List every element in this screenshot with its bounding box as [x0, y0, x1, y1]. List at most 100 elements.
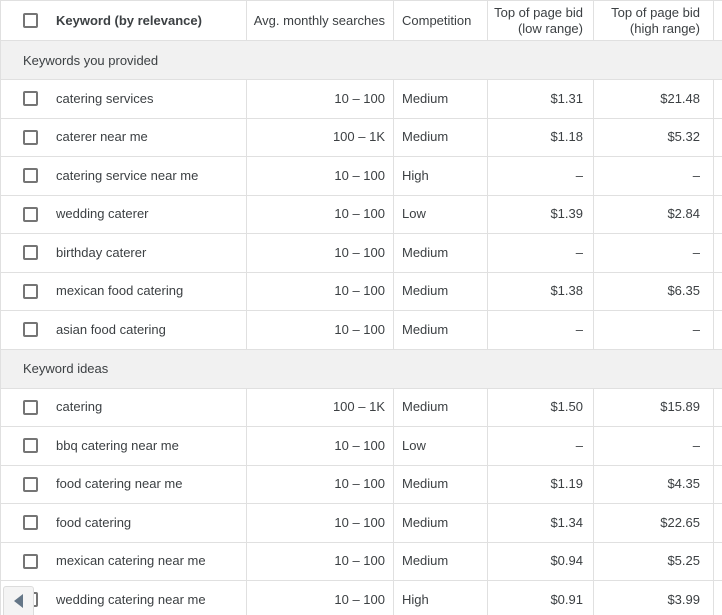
column-header-keyword-label: Keyword (by relevance) — [56, 12, 202, 28]
overflow-cell — [713, 311, 722, 349]
searches-cell: 10 – 100 — [246, 272, 393, 310]
row-checkbox[interactable] — [23, 553, 38, 569]
keyword-cell: catering services — [1, 80, 246, 118]
high-bid-cell: $21.48 — [593, 80, 713, 118]
high-bid-cell: $4.35 — [593, 465, 713, 503]
header-cell-low-bid[interactable]: Top of page bid (low range) — [487, 1, 593, 40]
row-checkbox[interactable] — [23, 438, 38, 454]
keyword-label: catering services — [56, 90, 154, 106]
keyword-label: mexican food catering — [56, 283, 184, 299]
row-checkbox[interactable] — [23, 168, 38, 184]
overflow-cell — [713, 157, 722, 195]
low-bid-cell: $0.91 — [487, 581, 593, 615]
table-row[interactable]: mexican food catering 10 – 100 Medium $1… — [1, 272, 722, 311]
low-bid-cell: $1.18 — [487, 118, 593, 156]
overflow-cell — [713, 272, 722, 310]
table-row[interactable]: mexican catering near me 10 – 100 Medium… — [1, 542, 722, 581]
low-bid-cell: $1.19 — [487, 465, 593, 503]
competition-cell: High — [393, 157, 487, 195]
competition-cell: Medium — [393, 118, 487, 156]
table-row[interactable]: asian food catering 10 – 100 Medium – – — [1, 311, 722, 350]
high-bid-cell: – — [593, 234, 713, 272]
table-row[interactable]: food catering near me 10 – 100 Medium $1… — [1, 465, 722, 504]
section-header: Keywords you provided — [1, 41, 722, 80]
keyword-label: birthday caterer — [56, 244, 147, 260]
row-checkbox[interactable] — [23, 129, 38, 145]
keyword-cell: food catering — [1, 504, 246, 542]
overflow-cell — [713, 234, 722, 272]
keyword-label: bbq catering near me — [56, 437, 179, 453]
keyword-cell: mexican food catering — [1, 273, 246, 311]
table-row[interactable]: food catering 10 – 100 Medium $1.34 $22.… — [1, 504, 722, 543]
row-checkbox[interactable] — [23, 322, 38, 338]
searches-cell: 10 – 100 — [246, 157, 393, 195]
searches-cell: 10 – 100 — [246, 311, 393, 349]
competition-cell: Medium — [393, 311, 487, 349]
header-cell-high-bid[interactable]: Top of page bid (high range) — [593, 1, 713, 40]
competition-cell: Low — [393, 195, 487, 233]
row-checkbox[interactable] — [23, 206, 38, 222]
high-bid-cell: $5.25 — [593, 542, 713, 580]
overflow-cell — [713, 542, 722, 580]
searches-cell: 100 – 1K — [246, 388, 393, 426]
keyword-cell: bbq catering near me — [1, 427, 246, 465]
table-header-row: Keyword (by relevance) Avg. monthly sear… — [1, 1, 722, 41]
header-cell-keyword[interactable]: Keyword (by relevance) — [1, 1, 246, 40]
left-triangle-icon — [14, 594, 23, 608]
low-bid-cell: $0.94 — [487, 542, 593, 580]
keyword-cell: wedding caterer — [1, 196, 246, 234]
low-bid-cell: – — [487, 157, 593, 195]
searches-cell: 10 – 100 — [246, 542, 393, 580]
competition-cell: Low — [393, 427, 487, 465]
competition-cell: Medium — [393, 272, 487, 310]
keyword-cell: birthday caterer — [1, 234, 246, 272]
searches-cell: 10 – 100 — [246, 504, 393, 542]
competition-cell: Medium — [393, 388, 487, 426]
low-bid-cell: – — [487, 311, 593, 349]
low-bid-cell: – — [487, 234, 593, 272]
table-row[interactable]: catering services 10 – 100 Medium $1.31 … — [1, 80, 722, 119]
row-checkbox[interactable] — [23, 476, 38, 492]
row-checkbox[interactable] — [23, 245, 38, 261]
overflow-cell — [713, 581, 722, 615]
table-row[interactable]: catering service near me 10 – 100 High –… — [1, 157, 722, 196]
keyword-label: asian food catering — [56, 321, 166, 337]
table-row[interactable]: bbq catering near me 10 – 100 Low – – — [1, 427, 722, 466]
competition-cell: High — [393, 581, 487, 615]
high-bid-cell: – — [593, 157, 713, 195]
table-row[interactable]: wedding caterer 10 – 100 Low $1.39 $2.84 — [1, 195, 722, 234]
high-bid-cell: – — [593, 311, 713, 349]
table-row[interactable]: catering 100 – 1K Medium $1.50 $15.89 — [1, 388, 722, 427]
row-checkbox[interactable] — [23, 283, 38, 299]
searches-cell: 10 – 100 — [246, 195, 393, 233]
high-bid-cell: – — [593, 427, 713, 465]
overflow-cell — [713, 388, 722, 426]
high-bid-cell: $2.84 — [593, 195, 713, 233]
low-bid-cell: $1.50 — [487, 388, 593, 426]
overflow-cell — [713, 427, 722, 465]
keyword-label: food catering near me — [56, 476, 183, 492]
scroll-left-button[interactable] — [3, 586, 34, 615]
overflow-cell — [713, 465, 722, 503]
header-cell-competition[interactable]: Competition — [393, 1, 487, 40]
row-checkbox[interactable] — [23, 91, 38, 107]
overflow-cell — [713, 80, 722, 118]
keyword-label: wedding caterer — [56, 206, 149, 222]
high-bid-cell: $22.65 — [593, 504, 713, 542]
keyword-cell: food catering near me — [1, 466, 246, 504]
overflow-cell — [713, 504, 722, 542]
row-checkbox[interactable] — [23, 515, 38, 531]
row-checkbox[interactable] — [23, 399, 38, 415]
header-cell-searches[interactable]: Avg. monthly searches — [246, 1, 393, 40]
searches-cell: 10 – 100 — [246, 581, 393, 615]
select-all-checkbox[interactable] — [23, 13, 38, 28]
competition-cell: Medium — [393, 234, 487, 272]
keyword-label: food catering — [56, 514, 132, 530]
keyword-cell: caterer near me — [1, 119, 246, 157]
keyword-label: mexican catering near me — [56, 553, 206, 569]
high-bid-cell: $5.32 — [593, 118, 713, 156]
table-row[interactable]: caterer near me 100 – 1K Medium $1.18 $5… — [1, 118, 722, 157]
searches-cell: 100 – 1K — [246, 118, 393, 156]
table-row[interactable]: birthday caterer 10 – 100 Medium – – — [1, 234, 722, 273]
table-row[interactable]: wedding catering near me 10 – 100 High $… — [1, 581, 722, 615]
